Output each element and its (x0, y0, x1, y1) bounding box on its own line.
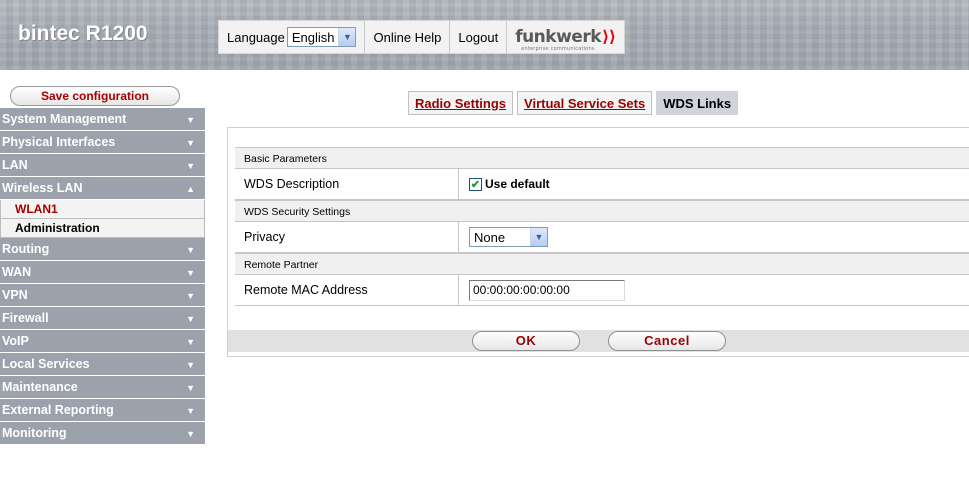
online-help-link[interactable]: Online Help (365, 21, 451, 53)
tab-radio-settings[interactable]: Radio Settings (408, 91, 514, 115)
chevron-down-icon: ▼ (186, 406, 195, 416)
sidebar-item-monitoring[interactable]: Monitoring ▼ (0, 422, 205, 445)
field-label: Remote MAC Address (235, 275, 459, 305)
chevron-down-icon: ▼ (186, 291, 195, 301)
sidebar-item-label: Firewall (2, 311, 49, 325)
sidebar-item-maintenance[interactable]: Maintenance ▼ (0, 376, 205, 399)
sidebar-item-vpn[interactable]: VPN ▼ (0, 284, 205, 307)
sidebar-item-wan[interactable]: WAN ▼ (0, 261, 205, 284)
sidebar-item-firewall[interactable]: Firewall ▼ (0, 307, 205, 330)
sidebar-item-system-management[interactable]: System Management ▼ (0, 108, 205, 131)
sidebar-item-label: Physical Interfaces (2, 135, 116, 149)
logout-link[interactable]: Logout (450, 21, 508, 53)
language-select[interactable]: English ▼ (286, 27, 357, 47)
sidebar-subitem-wlan1[interactable]: WLAN1 (0, 200, 205, 219)
sidebar-item-lan[interactable]: LAN ▼ (0, 154, 205, 177)
form-row-remote-mac: Remote MAC Address (235, 275, 969, 306)
language-label: Language (227, 29, 285, 45)
checkmark-icon: ✔ (470, 178, 481, 191)
chevron-down-icon[interactable]: ▼ (530, 228, 547, 246)
chevron-down-icon: ▼ (186, 383, 195, 393)
chevron-down-icon: ▼ (186, 245, 195, 255)
tab-wds-links[interactable]: WDS Links (656, 91, 739, 115)
chevron-down-icon: ▼ (186, 360, 195, 370)
field-control (459, 275, 625, 305)
chevron-up-icon: ▲ (186, 184, 195, 194)
sidebar-item-label: WAN (2, 265, 32, 279)
sidebar-item-label: VoIP (2, 334, 29, 348)
sidebar-item-voip[interactable]: VoIP ▼ (0, 330, 205, 353)
chevron-down-icon: ▼ (186, 429, 195, 439)
section-header: Basic Parameters (235, 147, 969, 169)
ok-button[interactable]: OK (472, 331, 580, 351)
sidebar-item-routing[interactable]: Routing ▼ (0, 238, 205, 261)
chevron-down-icon: ▼ (186, 161, 195, 171)
sidebar-nav: Save configuration System Management ▼ Ph… (0, 86, 205, 445)
header-banner: bintec R1200 Language English ▼ Online H… (0, 0, 969, 70)
sidebar-item-label: External Reporting (2, 403, 114, 417)
section-header: WDS Security Settings (235, 200, 969, 222)
sidebar-subitem-administration[interactable]: Administration (0, 219, 205, 238)
sidebar-item-physical-interfaces[interactable]: Physical Interfaces ▼ (0, 131, 205, 154)
save-configuration-button[interactable]: Save configuration (10, 86, 180, 106)
use-default-checkbox[interactable]: ✔ (469, 177, 482, 191)
top-toolbar: Language English ▼ Online Help Logout fu… (218, 20, 625, 54)
privacy-select[interactable]: None ▼ (469, 227, 548, 247)
sidebar-item-label: LAN (2, 158, 28, 172)
brand-logo-cell: funkwerk⟩⟩ enterprise communications (507, 21, 623, 53)
chevron-down-icon: ▼ (186, 115, 195, 125)
sidebar-item-label: Routing (2, 242, 50, 256)
tab-virtual-service-sets[interactable]: Virtual Service Sets (517, 91, 653, 115)
use-default-label[interactable]: Use default (485, 177, 550, 191)
field-label: Privacy (235, 222, 459, 252)
section-header: Remote Partner (235, 253, 969, 275)
sidebar-item-label: System Management (2, 112, 127, 126)
sidebar-item-label: Wireless LAN (2, 181, 83, 195)
form-action-bar: OK Cancel (228, 330, 969, 352)
sidebar-item-external-reporting[interactable]: External Reporting ▼ (0, 399, 205, 422)
product-title: bintec R1200 (18, 22, 148, 45)
field-control: ✔ Use default (459, 169, 550, 199)
field-control: None ▼ (459, 222, 548, 252)
wds-form-table: Basic Parameters WDS Description ✔ Use d… (235, 147, 969, 306)
language-select-value: English (291, 29, 335, 45)
privacy-select-value: None (474, 229, 506, 245)
language-cell: Language English ▼ (219, 21, 366, 53)
sidebar-item-label: Monitoring (2, 426, 67, 440)
sidebar-item-wireless-lan[interactable]: Wireless LAN ▲ (0, 177, 205, 200)
funkwerk-logo: funkwerk⟩⟩ enterprise communications (515, 27, 616, 52)
sidebar-item-label: Local Services (2, 357, 90, 371)
logo-text: funkwerk (515, 27, 602, 47)
remote-mac-address-input[interactable] (469, 279, 625, 301)
chevron-down-icon: ▼ (186, 138, 195, 148)
sidebar-item-local-services[interactable]: Local Services ▼ (0, 353, 205, 376)
sidebar-item-label: VPN (2, 288, 28, 302)
sidebar-item-label: Maintenance (2, 380, 78, 394)
wds-link-form-panel: Basic Parameters WDS Description ✔ Use d… (227, 127, 969, 357)
chevron-down-icon[interactable]: ▼ (338, 28, 356, 46)
logo-subtext: enterprise communications (521, 46, 595, 52)
form-row-wds-description: WDS Description ✔ Use default (235, 169, 969, 200)
chevron-down-icon: ▼ (186, 337, 195, 347)
waves-icon: ⟩⟩ (602, 27, 616, 46)
field-label: WDS Description (235, 169, 459, 199)
page-tabs: Radio Settings Virtual Service Sets WDS … (408, 91, 739, 115)
chevron-down-icon: ▼ (186, 314, 195, 324)
chevron-down-icon: ▼ (186, 268, 195, 278)
form-row-privacy: Privacy None ▼ (235, 222, 969, 253)
cancel-button[interactable]: Cancel (608, 331, 726, 351)
